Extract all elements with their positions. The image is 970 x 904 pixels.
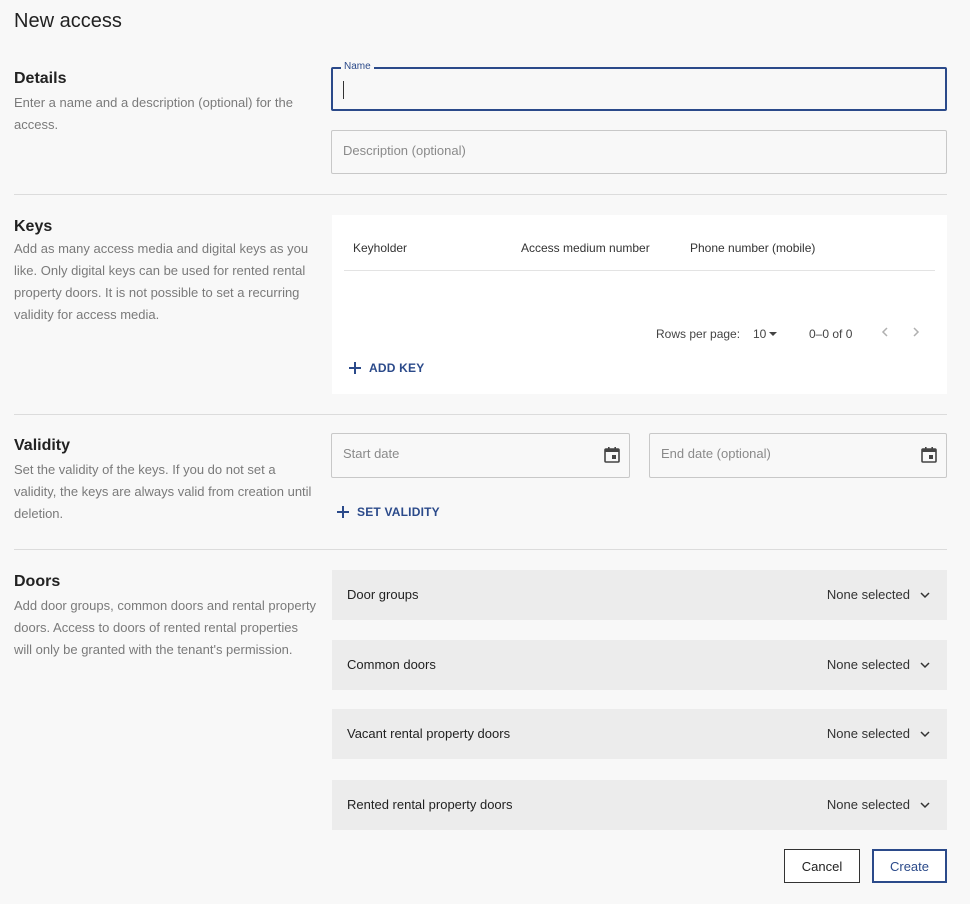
validity-description: Set the validity of the keys. If you do … — [14, 462, 312, 521]
add-key-label: ADD KEY — [369, 361, 425, 375]
rows-per-page-select[interactable]: 10 — [753, 327, 766, 341]
plus-icon — [349, 362, 361, 374]
door-row-value: None selected — [826, 587, 910, 602]
door-row-value: None selected — [826, 657, 910, 672]
chevron-down-icon — [920, 592, 930, 599]
chevron-down-icon — [920, 731, 930, 738]
calendar-icon[interactable] — [920, 446, 938, 464]
divider-keys — [14, 414, 947, 415]
common-doors-select[interactable]: Common doors None selected — [332, 640, 947, 690]
start-date-field[interactable]: Start date — [331, 433, 630, 478]
start-date-placeholder: Start date — [343, 446, 400, 461]
page-title: New access — [14, 10, 122, 32]
vacant-rental-doors-select[interactable]: Vacant rental property doors None select… — [332, 709, 947, 759]
description-field[interactable]: Description (optional) — [331, 130, 947, 174]
description-placeholder: Description (optional) — [343, 143, 466, 158]
rented-rental-doors-select[interactable]: Rented rental property doors None select… — [332, 780, 947, 830]
chevron-right-icon[interactable] — [909, 325, 923, 339]
keys-heading: Keys — [14, 218, 53, 235]
text-cursor — [343, 81, 344, 99]
door-row-value: None selected — [826, 797, 910, 812]
details-description: Enter a name and a description (optional… — [14, 95, 293, 132]
chevron-down-icon — [920, 802, 930, 809]
add-key-button[interactable]: ADD KEY — [349, 361, 424, 375]
set-validity-button[interactable]: SET VALIDITY — [337, 505, 440, 519]
validity-heading: Validity — [14, 437, 71, 454]
pagination-range: 0–0 of 0 — [809, 327, 853, 341]
door-row-label: Common doors — [347, 657, 436, 672]
table-header-divider — [344, 270, 935, 271]
keys-description: Add as many access media and digital key… — [14, 241, 309, 322]
keys-table: Keyholder Access medium number Phone num… — [332, 215, 947, 394]
rows-per-page-label: Rows per page: — [656, 327, 741, 341]
set-validity-label: SET VALIDITY — [357, 505, 440, 519]
divider-validity — [14, 549, 947, 550]
details-heading: Details — [14, 70, 67, 87]
door-row-value: None selected — [826, 726, 910, 741]
door-row-label: Door groups — [347, 587, 419, 602]
door-row-label: Vacant rental property doors — [347, 726, 511, 741]
column-header-keyholder[interactable]: Keyholder — [353, 241, 407, 255]
column-header-phone-number[interactable]: Phone number (mobile) — [690, 241, 815, 255]
create-button[interactable]: Create — [872, 849, 947, 883]
end-date-field[interactable]: End date (optional) — [649, 433, 947, 478]
chevron-left-icon[interactable] — [878, 325, 892, 339]
column-header-access-medium-number[interactable]: Access medium number — [521, 241, 650, 255]
cancel-button[interactable]: Cancel — [784, 849, 860, 883]
name-field[interactable]: Name — [331, 61, 947, 111]
divider-details — [14, 194, 947, 195]
door-row-label: Rented rental property doors — [347, 797, 513, 812]
name-field-label: Name — [341, 61, 374, 72]
caret-down-icon[interactable] — [769, 332, 777, 336]
chevron-down-icon — [920, 662, 930, 669]
door-groups-select[interactable]: Door groups None selected — [332, 570, 947, 620]
plus-icon — [337, 506, 349, 518]
calendar-icon[interactable] — [603, 446, 621, 464]
doors-description: Add door groups, common doors and rental… — [14, 598, 317, 657]
end-date-placeholder: End date (optional) — [661, 446, 771, 461]
doors-heading: Doors — [14, 573, 61, 590]
